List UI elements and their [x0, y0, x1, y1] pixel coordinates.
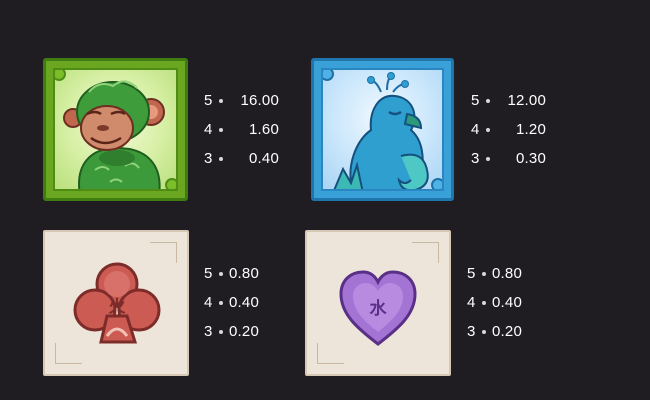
payout-value: 12.00 [507, 92, 546, 109]
pay-row: 5 16.00 [204, 86, 279, 115]
fire-glyph: 火 [109, 297, 127, 317]
payout-value: 0.30 [516, 150, 546, 167]
separator-dot [482, 329, 486, 334]
payout-value: 1.20 [516, 121, 546, 138]
separator-dot [219, 127, 223, 132]
match-count: 3 [204, 150, 213, 167]
match-count: 4 [204, 294, 213, 311]
pay-row: 5 0.80 [467, 259, 526, 288]
match-count: 5 [204, 265, 213, 282]
payout-value: 0.80 [229, 265, 259, 282]
match-count: 4 [204, 121, 213, 138]
heart-symbol-tile: 水 [305, 230, 451, 376]
payout-value: 0.40 [229, 294, 259, 311]
separator-dot [482, 271, 486, 276]
pay-row: 5 12.00 [471, 86, 546, 115]
separator-dot [219, 329, 223, 334]
match-count: 3 [471, 150, 480, 167]
payout-value: 1.60 [249, 121, 279, 138]
payout-value: 16.00 [240, 92, 279, 109]
heart-paytable: 5 0.80 4 0.40 3 0.20 [467, 259, 526, 346]
peacock-symbol-background [321, 68, 444, 191]
payout-value: 0.40 [492, 294, 522, 311]
payout-value: 0.80 [492, 265, 522, 282]
peacock-symbol-tile [311, 58, 454, 201]
pay-row: 4 0.40 [204, 288, 263, 317]
pay-row: 3 0.20 [204, 317, 263, 346]
club-paytable: 5 0.80 4 0.40 3 0.20 [204, 259, 263, 346]
pay-row: 3 0.30 [471, 144, 546, 173]
separator-dot [482, 300, 486, 305]
separator-dot [219, 300, 223, 305]
monkey-symbol-background [53, 68, 178, 191]
monkey-paytable: 5 16.00 4 1.60 3 0.40 [204, 86, 279, 173]
payout-value: 0.20 [492, 323, 522, 340]
pay-row: 4 0.40 [467, 288, 526, 317]
pay-row: 3 0.40 [204, 144, 279, 173]
frame-ornament [431, 178, 442, 189]
match-count: 3 [204, 323, 213, 340]
pay-row: 5 0.80 [204, 259, 263, 288]
peacock-icon [333, 72, 429, 189]
monkey-icon [63, 80, 165, 189]
match-count: 5 [467, 265, 476, 282]
heart-icon: 水 [339, 270, 417, 346]
payout-value: 0.40 [249, 150, 279, 167]
separator-dot [219, 156, 223, 161]
separator-dot [486, 98, 490, 103]
match-count: 4 [467, 294, 476, 311]
payout-value: 0.20 [229, 323, 259, 340]
pay-row: 3 0.20 [467, 317, 526, 346]
pay-row: 4 1.20 [471, 115, 546, 144]
separator-dot [219, 98, 223, 103]
match-count: 5 [204, 92, 213, 109]
monkey-symbol-tile [43, 58, 188, 201]
club-symbol-tile: 火 [43, 230, 189, 376]
club-icon: 火 [73, 262, 161, 344]
separator-dot [486, 127, 490, 132]
frame-ornament [165, 178, 176, 189]
water-glyph: 水 [370, 298, 388, 319]
match-count: 4 [471, 121, 480, 138]
match-count: 5 [471, 92, 480, 109]
match-count: 3 [467, 323, 476, 340]
pay-row: 4 1.60 [204, 115, 279, 144]
separator-dot [219, 271, 223, 276]
peacock-paytable: 5 12.00 4 1.20 3 0.30 [471, 86, 546, 173]
separator-dot [486, 156, 490, 161]
